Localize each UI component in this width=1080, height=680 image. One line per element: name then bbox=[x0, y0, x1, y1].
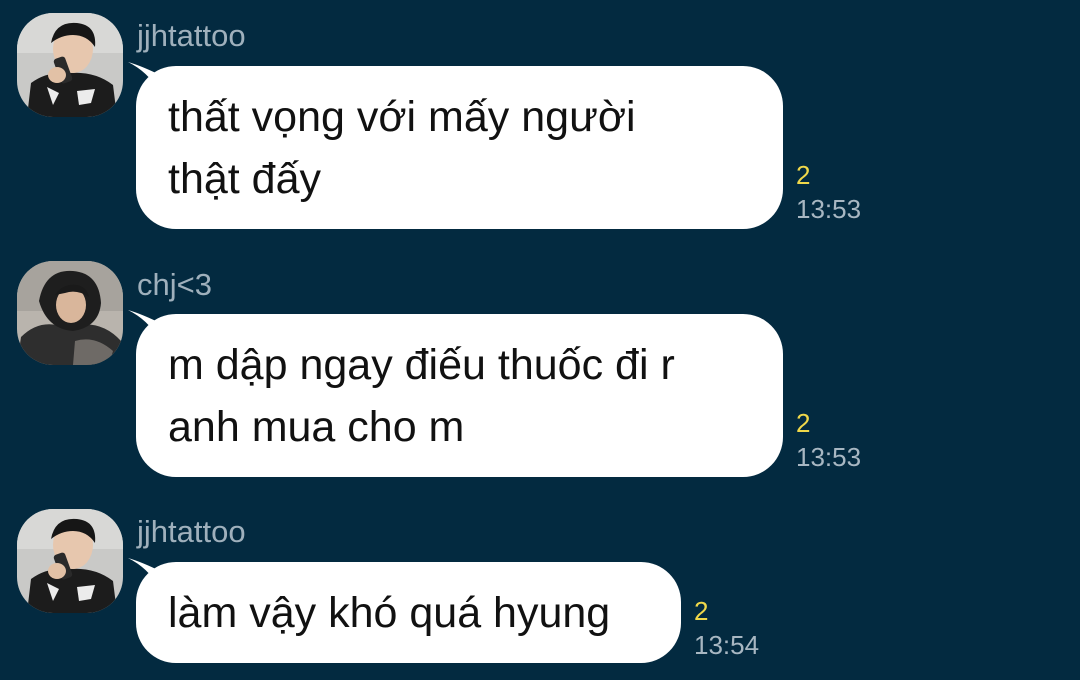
message-bubble[interactable]: m dập ngay điếu thuốc đi r anh mua cho m bbox=[128, 310, 783, 477]
bubble-tail-icon bbox=[128, 62, 162, 90]
message-text-line: m dập ngay điếu thuốc đi r bbox=[168, 340, 675, 389]
unread-count-badge: 2 bbox=[796, 408, 811, 438]
message-meta: 2 13:53 bbox=[796, 406, 861, 474]
message-timestamp: 13:53 bbox=[796, 194, 862, 224]
message-meta: 2 13:54 bbox=[694, 594, 759, 662]
bubble-tail-icon bbox=[128, 558, 162, 586]
message-timestamp: 13:53 bbox=[796, 442, 862, 472]
message-meta: 2 13:53 bbox=[796, 158, 861, 226]
message-text-line: làm vậy khó quá hyung bbox=[168, 588, 611, 637]
unread-count-badge: 2 bbox=[694, 596, 709, 626]
message-bubble[interactable]: thất vọng với mấy người thật đấy bbox=[128, 62, 783, 229]
chat-message-list: jjhtattoo thất vọng với mấy người thật đ… bbox=[0, 0, 1080, 680]
avatar-jjhtattoo-icon[interactable] bbox=[17, 13, 123, 117]
message-text-line: anh mua cho m bbox=[168, 402, 465, 451]
sender-name: jjhtattoo bbox=[137, 514, 246, 549]
message-text-line: thật đấy bbox=[168, 154, 321, 203]
avatar-chj-icon[interactable] bbox=[17, 261, 123, 365]
bubble-tail-icon bbox=[128, 310, 162, 338]
unread-count-badge: 2 bbox=[796, 160, 811, 190]
message-text-line: thất vọng với mấy người bbox=[168, 92, 636, 141]
message-bubble[interactable]: làm vậy khó quá hyung bbox=[128, 558, 681, 663]
message-timestamp: 13:54 bbox=[694, 630, 760, 660]
sender-name: jjhtattoo bbox=[137, 18, 246, 53]
avatar-jjhtattoo-icon[interactable] bbox=[17, 509, 123, 613]
sender-name: chj<3 bbox=[137, 267, 212, 302]
